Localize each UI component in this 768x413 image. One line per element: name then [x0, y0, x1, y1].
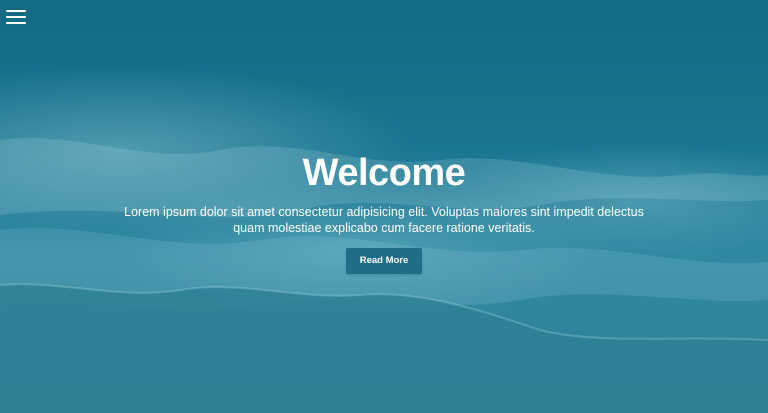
read-more-button[interactable]: Read More [345, 248, 423, 274]
hero-description-line-1: Lorem ipsum dolor sit amet consectetur a… [124, 205, 644, 219]
menu-bar [6, 10, 26, 12]
menu-bar [6, 16, 26, 18]
hero-description: Lorem ipsum dolor sit amet consectetur a… [124, 204, 644, 236]
hero-title: Welcome [302, 152, 466, 194]
hero-description-line-2: quam molestiae explicabo cum facere rati… [233, 221, 535, 235]
menu-bar [6, 22, 26, 24]
hero-section: Welcome Lorem ipsum dolor sit amet conse… [0, 0, 768, 413]
hamburger-menu-icon[interactable] [6, 8, 28, 26]
hero-content: Welcome Lorem ipsum dolor sit amet conse… [0, 150, 768, 274]
